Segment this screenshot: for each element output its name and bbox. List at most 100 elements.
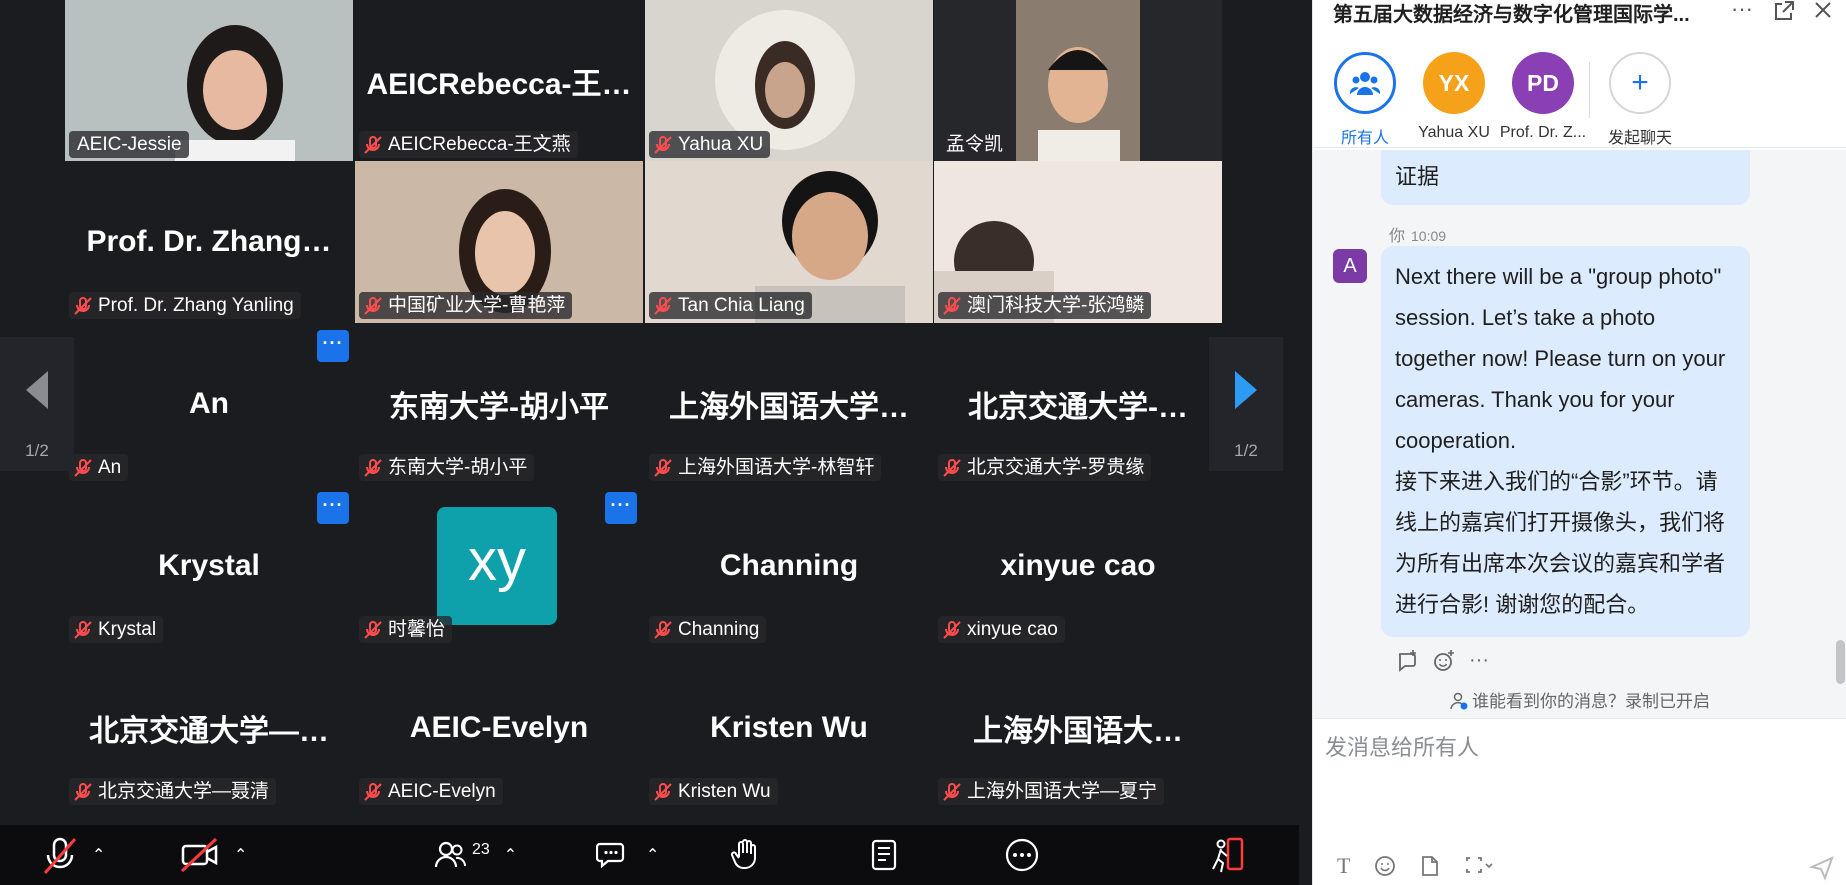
visibility-notice[interactable]: 谁能看到你的消息？录制已开启	[1313, 685, 1846, 719]
participant-name-tag: Prof. Dr. Zhang Yanling	[69, 292, 301, 319]
emoji-icon[interactable]	[1374, 855, 1396, 877]
pop-out-icon[interactable]	[1773, 0, 1795, 22]
notes-button[interactable]	[868, 825, 902, 885]
close-icon[interactable]	[1813, 0, 1833, 20]
people-group-icon	[1349, 72, 1381, 95]
chevron-up-icon[interactable]: ⌃	[646, 845, 659, 865]
leave-meeting-button[interactable]	[1210, 825, 1246, 885]
mic-off-icon	[74, 296, 92, 315]
more-options-button[interactable]: ···	[317, 492, 349, 524]
chevron-up-icon[interactable]: ⌃	[504, 845, 517, 865]
notes-icon	[871, 839, 897, 871]
chat-icon	[596, 842, 625, 869]
participant-name-tag: 东南大学-胡小平	[359, 454, 535, 481]
participant-tile[interactable]: Tan Chia Liang	[645, 161, 933, 323]
chevron-up-icon[interactable]: ⌃	[234, 845, 247, 865]
participant-tile[interactable]: Yahua XU	[645, 0, 933, 162]
text-format-icon[interactable]: T	[1337, 853, 1350, 879]
participant-name-tag: Tan Chia Liang	[649, 292, 812, 319]
scrollbar[interactable]	[1836, 640, 1845, 684]
participants-button[interactable]: 23 ⌃	[434, 825, 517, 885]
mic-off-icon	[364, 296, 382, 315]
recipient-label: Prof. Dr. Z...	[1499, 124, 1587, 141]
more-options-button[interactable]: ···	[605, 492, 637, 524]
next-page-button[interactable]: 1/2	[1209, 337, 1283, 471]
participant-tile[interactable]: An An	[65, 323, 353, 485]
composer-toolbar: T	[1337, 853, 1494, 879]
participant-tile[interactable]: 上海外国语大… 上海外国语大学—夏宁	[934, 647, 1222, 809]
participant-tile[interactable]: Channing Channing	[645, 485, 933, 647]
participant-name-tag: AEICRebecca-王文燕	[359, 131, 578, 158]
send-icon[interactable]	[1809, 855, 1835, 881]
mic-off-icon	[654, 782, 672, 801]
video-gallery: AEIC-Jessie AEICRebecca-王… AEICRebecca-王…	[0, 0, 1299, 885]
mic-off-icon	[74, 458, 92, 477]
participant-tile[interactable]: 上海外国语大学… 上海外国语大学-林智轩	[645, 323, 933, 485]
more-icon[interactable]: ···	[1731, 0, 1753, 22]
previous-page-button[interactable]: 1/2	[0, 337, 74, 471]
video-toggle-button[interactable]: ⌃	[180, 825, 247, 885]
recipient-everyone[interactable]: 所有人	[1320, 52, 1410, 148]
participant-display-name: Prof. Dr. Zhang…	[86, 225, 332, 258]
chevron-left-icon	[26, 371, 48, 409]
message-meta: 你 10:09	[1389, 222, 1446, 246]
participant-tile[interactable]: Krystal Krystal	[65, 485, 353, 647]
start-chat-button[interactable]: + 发起聊天	[1595, 52, 1685, 148]
participant-name-tag: 北京交通大学—聂清	[69, 778, 277, 805]
participant-avatar: xy	[437, 507, 557, 625]
mic-off-icon	[654, 620, 672, 639]
participant-display-name: 上海外国语大…	[973, 715, 1183, 748]
message-actions: ···	[1397, 650, 1489, 672]
participant-tile[interactable]: Kristen Wu Kristen Wu	[645, 647, 933, 809]
participant-tile[interactable]: 孟令凯	[934, 0, 1222, 162]
participant-name-tag: 澳门科技大学-张鸿鳞	[938, 292, 1152, 319]
recipient-selector: 所有人 YX Yahua XU PD Prof. Dr. Z... + 发起聊天	[1313, 48, 1846, 148]
camera-off-icon	[180, 837, 218, 873]
everyone-avatar	[1334, 52, 1396, 114]
more-icon	[1005, 838, 1039, 872]
chevron-up-icon[interactable]: ⌃	[92, 845, 105, 865]
chat-button[interactable]: ⌃	[596, 825, 659, 885]
participant-tile[interactable]: AEICRebecca-王… AEICRebecca-王文燕	[355, 0, 643, 162]
participant-name-tag: 上海外国语大学-林智轩	[649, 454, 882, 481]
participant-tile[interactable]: xinyue cao xinyue cao	[934, 485, 1222, 647]
participant-tile[interactable]: xy 时馨怡	[355, 485, 643, 647]
recipient-yahua-xu[interactable]: YX Yahua XU	[1409, 52, 1499, 142]
emoji-reaction-icon[interactable]	[1433, 650, 1455, 672]
participant-display-name: Krystal	[158, 549, 260, 582]
message-bubble[interactable]: Next there will be a "group photo" sessi…	[1381, 246, 1750, 637]
more-icon[interactable]: ···	[1469, 650, 1489, 672]
mic-off-icon	[654, 458, 672, 477]
screenshot-icon[interactable]	[1464, 855, 1494, 877]
participant-name-tag: xinyue cao	[938, 616, 1065, 643]
raise-hand-button[interactable]	[730, 825, 762, 885]
message-text: Next there will be a "group photo" sessi…	[1395, 264, 1726, 453]
reply-icon[interactable]	[1397, 650, 1419, 672]
plus-icon: +	[1609, 52, 1671, 114]
file-icon[interactable]	[1420, 855, 1440, 877]
participant-tile[interactable]: 北京交通大学—… 北京交通大学—聂清	[65, 647, 353, 809]
participant-tile[interactable]: 中国矿业大学-曹艳萍	[355, 161, 643, 323]
mute-button[interactable]: ⌃	[42, 825, 105, 885]
participant-display-name: Channing	[719, 549, 859, 582]
participant-display-name: Kristen Wu	[710, 711, 868, 744]
participant-tile[interactable]: 东南大学-胡小平 东南大学-胡小平	[355, 323, 643, 485]
participant-display-name: 上海外国语大学…	[669, 391, 909, 424]
participant-tile[interactable]: 澳门科技大学-张鸿鳞	[934, 161, 1222, 323]
message-list: 证据 你 10:09 A Next there will be a "group …	[1313, 150, 1846, 685]
more-button[interactable]	[1004, 825, 1040, 885]
participant-tile[interactable]: Prof. Dr. Zhang… Prof. Dr. Zhang Yanling	[65, 161, 353, 323]
participant-name-tag: Krystal	[69, 616, 164, 643]
recipient-prof-dr-z[interactable]: PD Prof. Dr. Z...	[1498, 52, 1588, 142]
mic-off-icon	[943, 458, 961, 477]
mic-off-icon	[74, 782, 92, 801]
participant-tile[interactable]: 北京交通大学-… 北京交通大学-罗贵缘	[934, 323, 1222, 485]
avatar: A	[1333, 249, 1367, 283]
mic-off-icon	[654, 135, 672, 154]
leave-icon	[1212, 837, 1244, 873]
more-options-button[interactable]: ···	[317, 330, 349, 362]
participant-tile[interactable]: AEIC-Jessie	[65, 0, 353, 162]
participant-tile[interactable]: AEIC-Evelyn AEIC-Evelyn	[355, 647, 643, 809]
message-input[interactable]	[1325, 728, 1825, 768]
participant-display-name: 东南大学-胡小平	[389, 391, 609, 424]
